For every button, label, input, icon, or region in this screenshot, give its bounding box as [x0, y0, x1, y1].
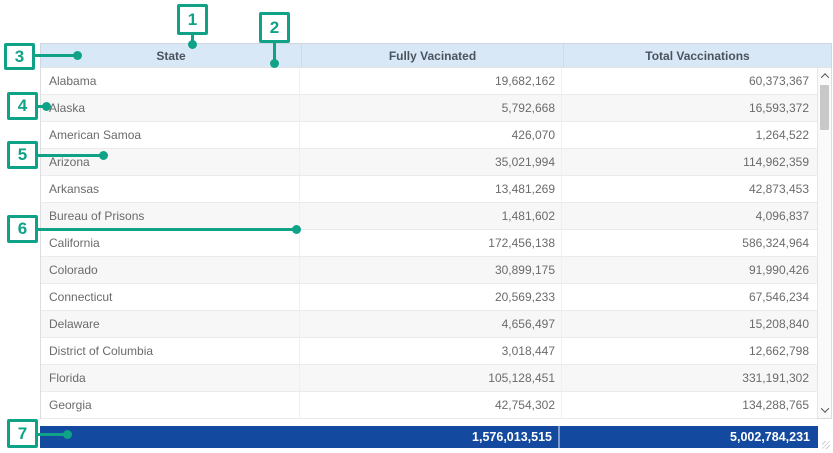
fully-vaccinated-cell: 172,456,138 [299, 230, 561, 256]
column-header-total-vaccinations[interactable]: Total Vaccinations [563, 44, 831, 67]
fully-vaccinated-cell: 42,754,302 [299, 392, 561, 418]
vaccination-table-screen: State Fully Vacinated Total Vaccinations… [0, 0, 833, 453]
total-vaccinations-cell: 134,288,765 [561, 392, 817, 418]
fully-vaccinated-cell: 1,481,602 [299, 203, 561, 229]
callout-1-dot [188, 40, 197, 49]
callout-7-badge: 7 [7, 419, 38, 448]
totals-total-vaccinations: 5,002,784,231 [560, 430, 818, 444]
fully-vaccinated-cell: 4,656,497 [299, 311, 561, 337]
table-row[interactable]: Arkansas 13,481,269 42,873,453 [41, 176, 817, 203]
table-row[interactable]: Connecticut 20,569,233 67,546,234 [41, 284, 817, 311]
totals-row: 1,576,013,515 5,002,784,231 [40, 426, 818, 448]
table-row[interactable]: Bureau of Prisons 1,481,602 4,096,837 [41, 203, 817, 230]
total-vaccinations-cell: 60,373,367 [561, 68, 817, 94]
table-row[interactable]: American Samoa 426,070 1,264,522 [41, 122, 817, 149]
table-row[interactable]: Arizona 35,021,994 114,962,359 [41, 149, 817, 176]
callout-3-dot [73, 51, 82, 60]
callout-2-dot [270, 59, 279, 68]
chevron-down-icon [820, 404, 828, 412]
callout-6-dot [292, 225, 301, 234]
state-cell: American Samoa [41, 128, 299, 142]
state-cell: District of Columbia [41, 344, 299, 358]
state-cell: Arkansas [41, 182, 299, 196]
fully-vaccinated-cell: 426,070 [299, 122, 561, 148]
total-vaccinations-cell: 15,208,840 [561, 311, 817, 337]
callout-5-badge: 5 [7, 141, 38, 169]
scroll-up-button[interactable] [818, 68, 831, 84]
total-vaccinations-cell: 4,096,837 [561, 203, 817, 229]
fully-vaccinated-cell: 3,018,447 [299, 338, 561, 364]
fully-vaccinated-cell: 30,899,175 [299, 257, 561, 283]
callout-7-dot [63, 430, 72, 439]
fully-vaccinated-cell: 20,569,233 [299, 284, 561, 310]
total-vaccinations-cell: 12,662,798 [561, 338, 817, 364]
total-vaccinations-cell: 42,873,453 [561, 176, 817, 202]
state-cell: Alaska [41, 101, 299, 115]
table-row[interactable]: Florida 105,128,451 331,191,302 [41, 365, 817, 392]
state-cell: Bureau of Prisons [41, 209, 299, 223]
callout-3-badge: 3 [4, 43, 35, 70]
table-row[interactable]: Alaska 5,792,668 16,593,372 [41, 95, 817, 122]
state-cell: California [41, 236, 299, 250]
vertical-scrollbar[interactable] [817, 68, 831, 418]
total-vaccinations-cell: 67,546,234 [561, 284, 817, 310]
state-cell: Florida [41, 371, 299, 385]
state-cell: Alabama [41, 74, 299, 88]
state-cell: Connecticut [41, 290, 299, 304]
state-cell: Arizona [41, 155, 299, 169]
total-vaccinations-cell: 586,324,964 [561, 230, 817, 256]
totals-fully-vaccinated: 1,576,013,515 [300, 430, 558, 444]
state-cell: Delaware [41, 317, 299, 331]
fully-vaccinated-cell: 5,792,668 [299, 95, 561, 121]
total-vaccinations-cell: 91,990,426 [561, 257, 817, 283]
total-vaccinations-cell: 114,962,359 [561, 149, 817, 175]
table-row[interactable]: Delaware 4,656,497 15,208,840 [41, 311, 817, 338]
total-vaccinations-cell: 1,264,522 [561, 122, 817, 148]
total-vaccinations-cell: 331,191,302 [561, 365, 817, 391]
fully-vaccinated-cell: 13,481,269 [299, 176, 561, 202]
fully-vaccinated-cell: 35,021,994 [299, 149, 561, 175]
callout-4-badge: 4 [7, 92, 38, 120]
table-header-row: State Fully Vacinated Total Vaccinations [40, 43, 832, 68]
state-cell: Georgia [41, 398, 299, 412]
callout-1-badge: 1 [177, 4, 208, 35]
callout-6-line [22, 228, 297, 231]
callout-5-dot [99, 151, 108, 160]
callout-2-badge: 2 [259, 12, 290, 43]
table-row[interactable]: District of Columbia 3,018,447 12,662,79… [41, 338, 817, 365]
table-body: Alabama 19,682,162 60,373,367 Alaska 5,7… [40, 68, 832, 419]
table-row[interactable]: Georgia 42,754,302 134,288,765 [41, 392, 817, 419]
fully-vaccinated-cell: 19,682,162 [299, 68, 561, 94]
table-row[interactable]: California 172,456,138 586,324,964 [41, 230, 817, 257]
table-rows: Alabama 19,682,162 60,373,367 Alaska 5,7… [41, 68, 817, 418]
scroll-down-button[interactable] [818, 402, 831, 418]
fully-vaccinated-cell: 105,128,451 [299, 365, 561, 391]
scrollbar-thumb[interactable] [820, 85, 829, 130]
state-cell: Colorado [41, 263, 299, 277]
callout-4-dot [42, 102, 51, 111]
table-row[interactable]: Colorado 30,899,175 91,990,426 [41, 257, 817, 284]
column-header-fully-vaccinated[interactable]: Fully Vacinated [301, 44, 563, 67]
total-vaccinations-cell: 16,593,372 [561, 95, 817, 121]
callout-6-badge: 6 [7, 215, 38, 243]
chevron-up-icon [820, 73, 828, 81]
resize-grip-icon [822, 441, 830, 449]
table-row[interactable]: Alabama 19,682,162 60,373,367 [41, 68, 817, 95]
